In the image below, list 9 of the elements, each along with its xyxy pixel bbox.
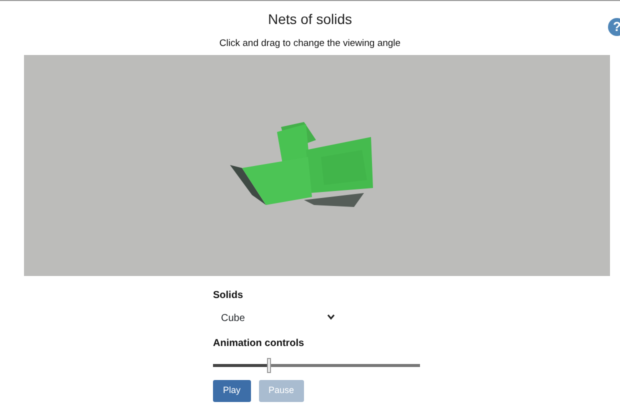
caret-icon (327, 314, 335, 320)
page-title: Nets of solids (268, 10, 352, 28)
animation-button[interactable]: Play (213, 380, 251, 402)
animation-slider[interactable] (213, 358, 420, 373)
section-label: Animation controls (213, 338, 306, 350)
section-label: Solids (213, 290, 244, 302)
instruction-text: Click and drag to change the viewing angle (218, 38, 402, 50)
help-button[interactable]: ? (608, 18, 620, 36)
slider-thumb[interactable] (266, 358, 271, 373)
